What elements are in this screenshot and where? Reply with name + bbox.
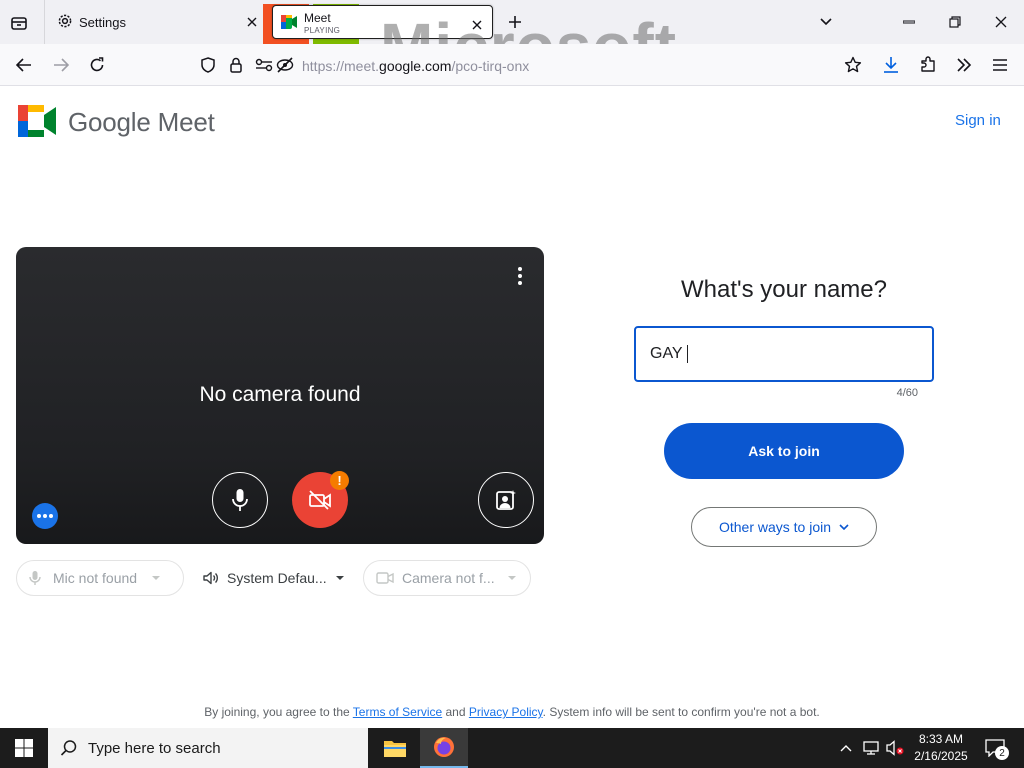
camera-icon (376, 572, 394, 584)
other-ways-to-join-button[interactable]: Other ways to join (691, 507, 877, 547)
product-title: Google Meet (68, 107, 215, 137)
more-actions-icon[interactable] (32, 503, 58, 529)
chevron-down-icon[interactable] (817, 13, 835, 31)
speaker-icon (203, 571, 218, 585)
mic-select[interactable]: Mic not found (16, 560, 184, 596)
tab-overview-icon[interactable] (8, 12, 30, 34)
url-bar[interactable]: https://meet.google.com/pco-tirq-onx (302, 58, 529, 74)
clock-time: 8:33 AM (918, 732, 964, 746)
name-heading: What's your name? (680, 276, 887, 303)
chevron-up-icon[interactable] (838, 740, 854, 756)
permissions-icon[interactable] (254, 56, 274, 74)
camera-select[interactable]: Camera not f... (363, 560, 531, 596)
ask-to-join-button[interactable]: Ask to join (664, 423, 904, 479)
network-icon[interactable] (862, 739, 880, 757)
system-clock[interactable]: 8:33 AM 2/16/2025 (906, 731, 976, 765)
ask-to-join-label: Ask to join (748, 443, 820, 459)
text-caret (686, 345, 688, 363)
file-explorer-icon[interactable] (372, 728, 418, 768)
footer-and: and (442, 705, 469, 719)
notifications-icon[interactable]: 2 (982, 737, 1009, 760)
legal-footer: By joining, you agree to the Terms of Se… (0, 705, 1024, 719)
person-sparkle-icon (496, 490, 516, 510)
camera-blocked-icon[interactable] (275, 55, 295, 75)
footer-suffix: . System info will be sent to confirm yo… (542, 705, 820, 719)
tab-playing-status: PLAYING (304, 26, 341, 35)
browser-nav-bar: https://meet.google.com/pco-tirq-onx (0, 44, 1024, 86)
other-ways-label: Other ways to join (718, 519, 832, 535)
more-options-icon[interactable] (512, 267, 528, 287)
name-value: GAY (650, 345, 683, 363)
lock-icon[interactable] (227, 55, 245, 75)
download-icon[interactable] (881, 55, 901, 75)
windows-start-icon[interactable] (14, 739, 34, 757)
footer-prefix: By joining, you agree to the (204, 705, 353, 719)
reload-icon[interactable] (87, 55, 107, 75)
restore-icon[interactable] (946, 13, 964, 31)
url-prefix: https://meet. (302, 58, 380, 74)
extensions-icon[interactable] (918, 55, 938, 75)
forward-arrow-icon[interactable] (51, 56, 71, 74)
shield-icon[interactable] (199, 55, 217, 75)
video-preview: No camera found ! (16, 247, 544, 544)
url-path: /pco-tirq-onx (451, 58, 530, 74)
close-icon[interactable] (244, 14, 260, 30)
bookmark-star-icon[interactable] (843, 55, 863, 75)
new-tab-icon[interactable] (506, 13, 524, 31)
dropdown-caret-icon (152, 576, 161, 580)
close-window-icon[interactable] (992, 13, 1010, 31)
tab-settings[interactable]: Settings (44, 0, 268, 44)
privacy-policy-link[interactable]: Privacy Policy (469, 705, 543, 719)
search-icon (60, 740, 77, 756)
camera-label: Camera not f... (402, 570, 495, 586)
sign-in-link[interactable]: Sign in (955, 112, 1001, 129)
speaker-label: System Defau... (227, 570, 327, 586)
taskbar-search[interactable]: Type here to search (48, 728, 368, 768)
name-input[interactable]: GAY (634, 326, 934, 382)
no-camera-message: No camera found (199, 383, 361, 406)
meet-favicon-icon (281, 15, 297, 34)
microphone-icon (29, 571, 41, 585)
visual-effects-button[interactable] (478, 472, 534, 528)
gear-icon (57, 13, 73, 32)
camera-off-icon (309, 490, 331, 510)
url-domain: google.com (379, 58, 452, 74)
warning-badge-icon: ! (330, 471, 349, 490)
dropdown-caret-icon (507, 576, 516, 580)
dropdown-caret-icon (335, 576, 344, 580)
char-counter: 4/60 (896, 387, 918, 399)
windows-taskbar: Type here to search 8:33 AM 2/16/2025 2 (0, 728, 1024, 768)
mic-label: Mic not found (53, 570, 138, 586)
tab-label: Settings (79, 14, 126, 30)
overflow-chevrons-icon[interactable] (954, 55, 974, 75)
clock-date: 2/16/2025 (914, 749, 968, 763)
hamburger-menu-icon[interactable] (990, 55, 1010, 75)
notification-count-badge: 2 (995, 746, 1009, 760)
volume-muted-icon[interactable] (885, 739, 905, 757)
speaker-select[interactable]: System Defau... (190, 560, 355, 596)
firefox-taskbar-icon[interactable] (420, 728, 468, 768)
back-arrow-icon[interactable] (14, 56, 34, 74)
browser-tab-bar: Settings Meet PLAYING Microsoft (0, 0, 1024, 86)
chevron-down-icon (839, 524, 849, 530)
terms-of-service-link[interactable]: Terms of Service (353, 705, 442, 719)
minimize-icon[interactable] (900, 13, 918, 31)
google-meet-logo-icon (18, 105, 56, 137)
search-placeholder: Type here to search (88, 739, 221, 757)
microphone-icon (232, 489, 248, 511)
microphone-button[interactable] (212, 472, 268, 528)
tab-label: Meet (304, 11, 331, 25)
